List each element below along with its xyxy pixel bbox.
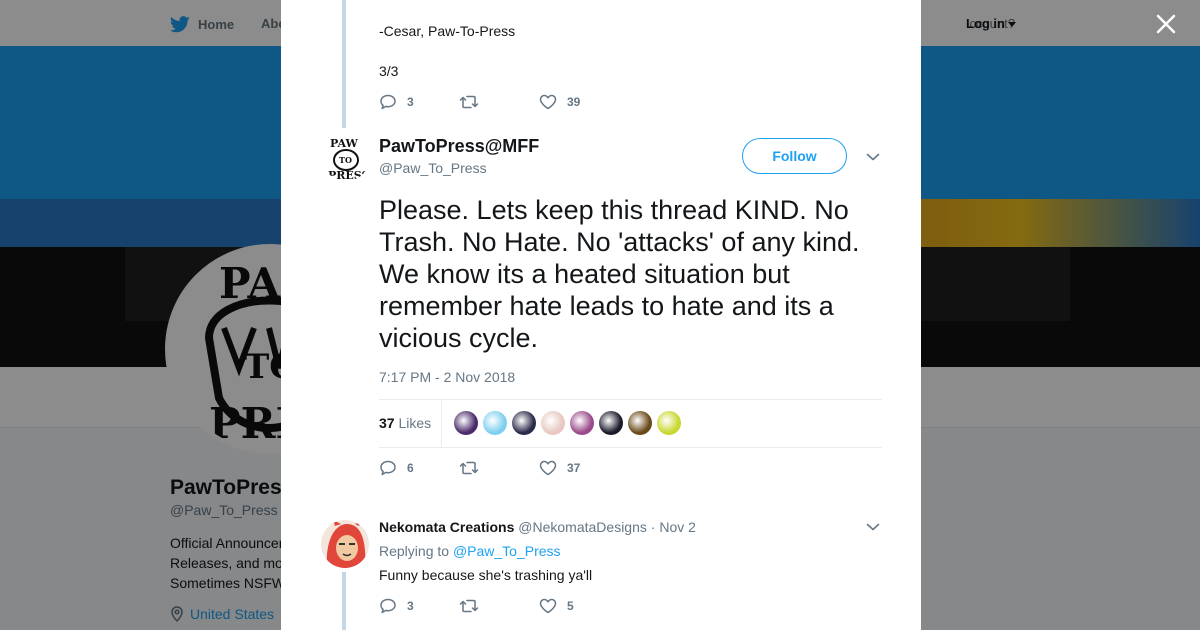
like-button[interactable]: 39: [539, 94, 580, 110]
retweet-icon: [459, 461, 479, 475]
liker-avatar[interactable]: [483, 411, 507, 435]
reply-count: 3: [407, 599, 414, 613]
replying-to-prefix: Replying to: [379, 543, 450, 559]
tweet-actions: 3 39: [379, 92, 580, 112]
reply-button[interactable]: 6: [379, 459, 459, 477]
retweet-button[interactable]: [459, 598, 539, 614]
liker-avatar[interactable]: [570, 411, 594, 435]
liker-avatar[interactable]: [599, 411, 623, 435]
tweet-author-handle[interactable]: @Paw_To_Press: [379, 160, 487, 176]
like-count: 37: [567, 461, 581, 475]
retweet-button[interactable]: [459, 94, 539, 110]
like-button[interactable]: 37: [539, 460, 580, 476]
paw-to-press-logo-icon: PAW TO PRESS: [322, 133, 370, 181]
reply-author-avatar[interactable]: [321, 520, 369, 568]
liker-avatar[interactable]: [628, 411, 652, 435]
reply-button[interactable]: 3: [379, 597, 459, 615]
like-count: 5: [567, 599, 574, 613]
thread-counter: 3/3: [379, 63, 399, 79]
heart-icon: [539, 94, 557, 110]
retweet-icon: [459, 599, 479, 613]
tweet-text: Please. Lets keep this thread KIND. No T…: [379, 195, 860, 353]
chevron-down-icon[interactable]: [866, 522, 880, 532]
liker-avatar[interactable]: [657, 411, 681, 435]
replying-to: Replying to @Paw_To_Press: [379, 543, 561, 559]
svg-text:TO: TO: [339, 155, 352, 165]
tweet-author-avatar[interactable]: PAW TO PRESS: [322, 133, 370, 181]
chevron-down-icon[interactable]: [866, 152, 880, 162]
likes-label: Likes: [398, 415, 432, 431]
heart-icon: [539, 460, 557, 476]
reply-icon: [380, 460, 396, 476]
like-count: 39: [567, 95, 581, 109]
tweet-author-name[interactable]: PawToPress@MFF: [379, 136, 539, 157]
tweet-text: -Cesar, Paw-To-Press: [379, 23, 516, 39]
liker-avatar[interactable]: [541, 411, 565, 435]
svg-text:PAW: PAW: [330, 137, 358, 150]
close-icon[interactable]: [1152, 10, 1180, 38]
heart-icon: [539, 598, 557, 614]
likes-count-number: 37: [379, 415, 395, 431]
reply-icon: [380, 598, 396, 614]
thread-connector-line: [342, 0, 346, 128]
reply-button[interactable]: 3: [379, 93, 459, 111]
thread-connector-line: [342, 572, 346, 630]
tweet-stats: 37 Likes: [379, 399, 882, 448]
tweet-actions: 6 37: [379, 458, 580, 478]
reply-header: Nekomata Creations @NekomataDesigns · No…: [379, 519, 696, 535]
liker-avatar[interactable]: [512, 411, 536, 435]
reply-count: 3: [407, 95, 414, 109]
liker-avatars: [454, 411, 681, 435]
reply-count: 6: [407, 461, 414, 475]
reply-icon: [380, 94, 396, 110]
follow-button[interactable]: Follow: [742, 138, 847, 174]
reply-author-handle[interactable]: @NekomataDesigns: [518, 519, 647, 535]
stats-divider: [441, 400, 442, 447]
like-button[interactable]: 5: [539, 598, 574, 614]
tweet-timestamp[interactable]: 7:17 PM - 2 Nov 2018: [379, 369, 515, 385]
reply-author-name[interactable]: Nekomata Creations: [379, 519, 514, 535]
likes-stat[interactable]: 37 Likes: [379, 415, 431, 431]
tweet-actions: 3 5: [379, 596, 574, 616]
retweet-button[interactable]: [459, 460, 539, 476]
svg-text:PRESS: PRESS: [328, 169, 369, 181]
liker-avatar[interactable]: [454, 411, 478, 435]
replying-to-link[interactable]: @Paw_To_Press: [453, 543, 561, 559]
tweet-permalink-modal: -Cesar, Paw-To-Press 3/3 3 39 PAW TO PRE…: [281, 0, 921, 630]
retweet-icon: [459, 95, 479, 109]
tweet-text: Funny because she's trashing ya'll: [379, 567, 593, 583]
cat-character-avatar-icon: [321, 520, 369, 568]
reply-date[interactable]: · Nov 2: [651, 519, 696, 535]
